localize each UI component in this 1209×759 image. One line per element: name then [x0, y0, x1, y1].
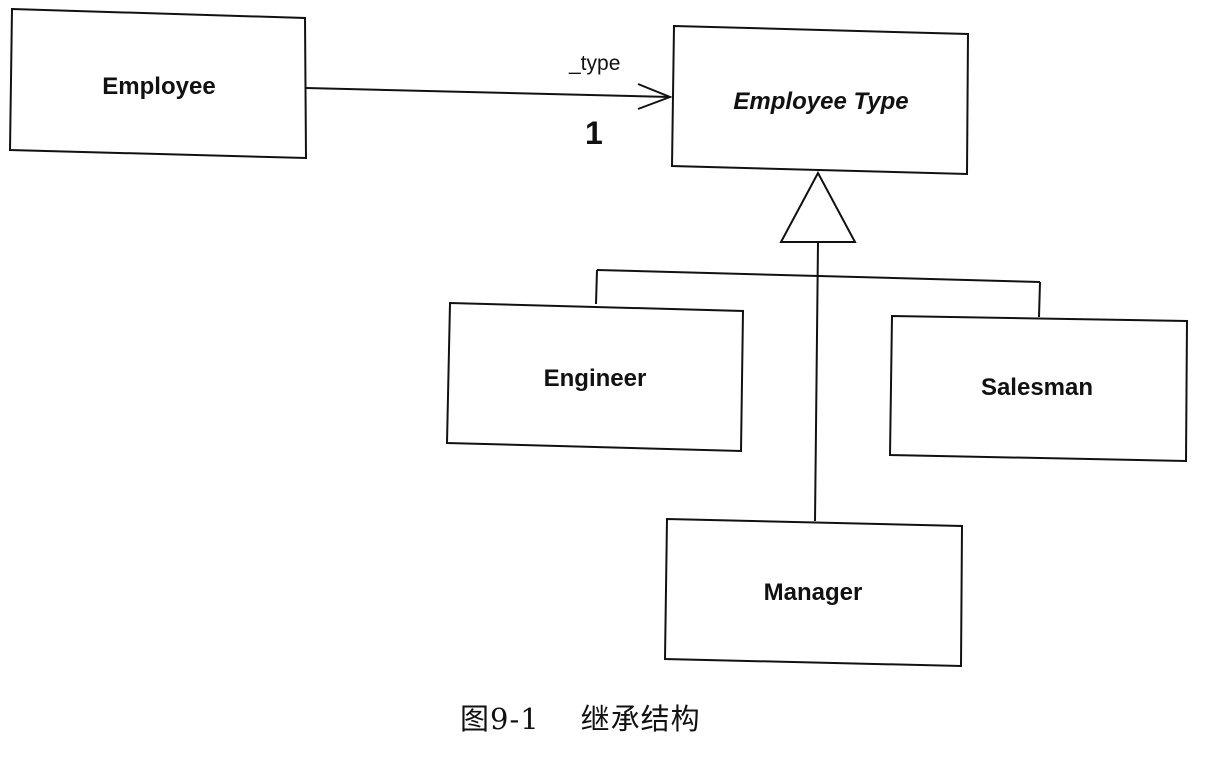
class-engineer-name: Engineer: [544, 365, 647, 392]
association-multiplicity-label: 1: [585, 115, 603, 151]
class-manager: Manager: [663, 517, 964, 668]
class-employee-type: Employee Type: [670, 24, 970, 176]
generalization-triangle: [779, 170, 857, 243]
class-employee: Employee: [8, 7, 308, 160]
figure-caption: 图9-1 继承结构: [460, 702, 701, 736]
class-employee-name: Employee: [102, 73, 215, 100]
class-manager-name: Manager: [764, 579, 863, 606]
generalization-trunk: [814, 241, 819, 522]
class-salesman-name: Salesman: [981, 374, 1093, 401]
uml-class-diagram: _type 1 Employee Employee Type Engineer …: [8, 7, 1189, 668]
class-employee-type-name: Employee Type: [733, 88, 908, 115]
class-salesman: Salesman: [888, 314, 1189, 463]
association-line: [305, 87, 671, 98]
generalization-branch-salesman: [1038, 281, 1041, 318]
generalization-branch-engineer: [595, 269, 598, 305]
association-employee-to-type: _type 1: [305, 52, 673, 151]
association-role-label: _type: [568, 52, 620, 75]
class-engineer: Engineer: [445, 301, 745, 453]
